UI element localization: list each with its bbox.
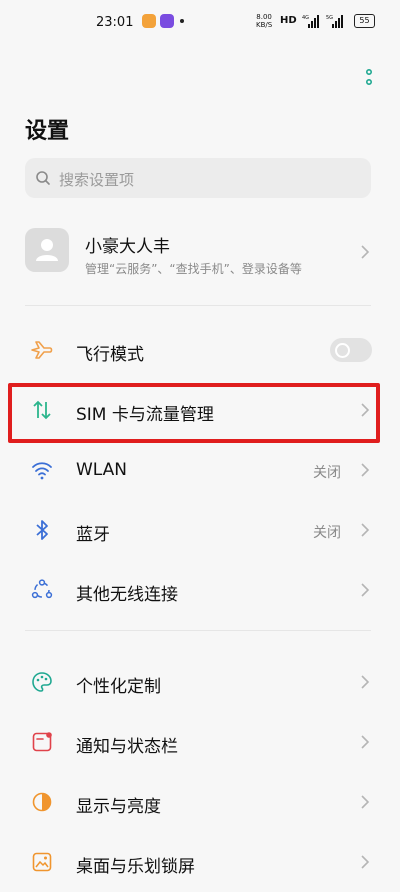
chevron-right-icon [361, 245, 370, 259]
status-time: 23:01 [96, 15, 134, 30]
chevron-right-icon [361, 735, 370, 749]
chevron-right-icon [361, 855, 370, 869]
brightness-icon [32, 792, 52, 812]
divider [25, 630, 371, 631]
signal-4g-label: 4G [302, 15, 309, 21]
wallpaper-icon [32, 852, 52, 872]
wlan-status: 关闭 [313, 465, 341, 481]
signal-5g-icon: 5G [326, 15, 343, 28]
setting-personalize[interactable]: 个性化定制 [0, 652, 400, 712]
desktop-label: 桌面与乐划锁屏 [76, 857, 195, 877]
app-notification-icon [160, 14, 174, 28]
personalize-label: 个性化定制 [76, 677, 161, 697]
notifications-label: 通知与状态栏 [76, 737, 178, 757]
airplane-toggle[interactable] [330, 338, 372, 362]
connections-icon [31, 579, 53, 599]
notification-icon [32, 732, 52, 752]
more-notifications-dot-icon [180, 19, 184, 23]
wifi-icon [32, 462, 52, 480]
user-icon [36, 239, 58, 261]
account-subtitle: 管理“云服务”、“查找手机”、登录设备等 [85, 262, 302, 276]
chevron-right-icon [361, 675, 370, 689]
setting-notifications[interactable]: 通知与状态栏 [0, 712, 400, 772]
signal-4g-icon: 4G [302, 15, 319, 28]
setting-wlan[interactable]: WLAN 关闭 [0, 440, 400, 500]
status-bar: 23:01 8.00 KB/S HD 4G 5G 55 [0, 0, 400, 44]
search-icon [36, 171, 50, 185]
avatar [25, 228, 69, 272]
network-speed: 8.00 KB/S [256, 13, 273, 29]
setting-desktop-lockscreen[interactable]: 桌面与乐划锁屏 [0, 832, 400, 892]
setting-display[interactable]: 显示与亮度 [0, 772, 400, 832]
chevron-right-icon [361, 795, 370, 809]
battery-icon: 55 [354, 14, 375, 28]
hd-voice-icon: HD [280, 15, 297, 26]
more-options-icon[interactable] [362, 68, 376, 88]
chevron-right-icon [361, 583, 370, 597]
setting-airplane-mode[interactable]: 飞行模式 [0, 320, 400, 380]
chevron-right-icon [361, 463, 370, 477]
airplane-label: 飞行模式 [76, 345, 144, 365]
display-label: 显示与亮度 [76, 797, 161, 817]
palette-icon [32, 672, 52, 692]
airplane-icon [31, 341, 53, 359]
bluetooth-status: 关闭 [313, 525, 341, 541]
divider [25, 305, 371, 306]
account-name: 小豪大人丰 [85, 237, 170, 257]
account-card[interactable]: 小豪大人丰 管理“云服务”、“查找手机”、登录设备等 [0, 218, 400, 290]
chevron-right-icon [361, 523, 370, 537]
weibo-notification-icon [142, 14, 156, 28]
highlight-box [8, 383, 380, 443]
setting-other-wireless[interactable]: 其他无线连接 [0, 560, 400, 620]
page-title: 设置 [25, 119, 70, 144]
search-input[interactable]: 搜索设置项 [25, 158, 371, 198]
signal-5g-label: 5G [326, 15, 333, 21]
toggle-knob [335, 343, 350, 358]
bluetooth-icon [36, 520, 48, 540]
other-wireless-label: 其他无线连接 [76, 585, 178, 605]
search-placeholder: 搜索设置项 [59, 171, 135, 189]
wlan-label: WLAN [76, 460, 128, 480]
bluetooth-label: 蓝牙 [76, 525, 110, 545]
setting-bluetooth[interactable]: 蓝牙 关闭 [0, 500, 400, 560]
